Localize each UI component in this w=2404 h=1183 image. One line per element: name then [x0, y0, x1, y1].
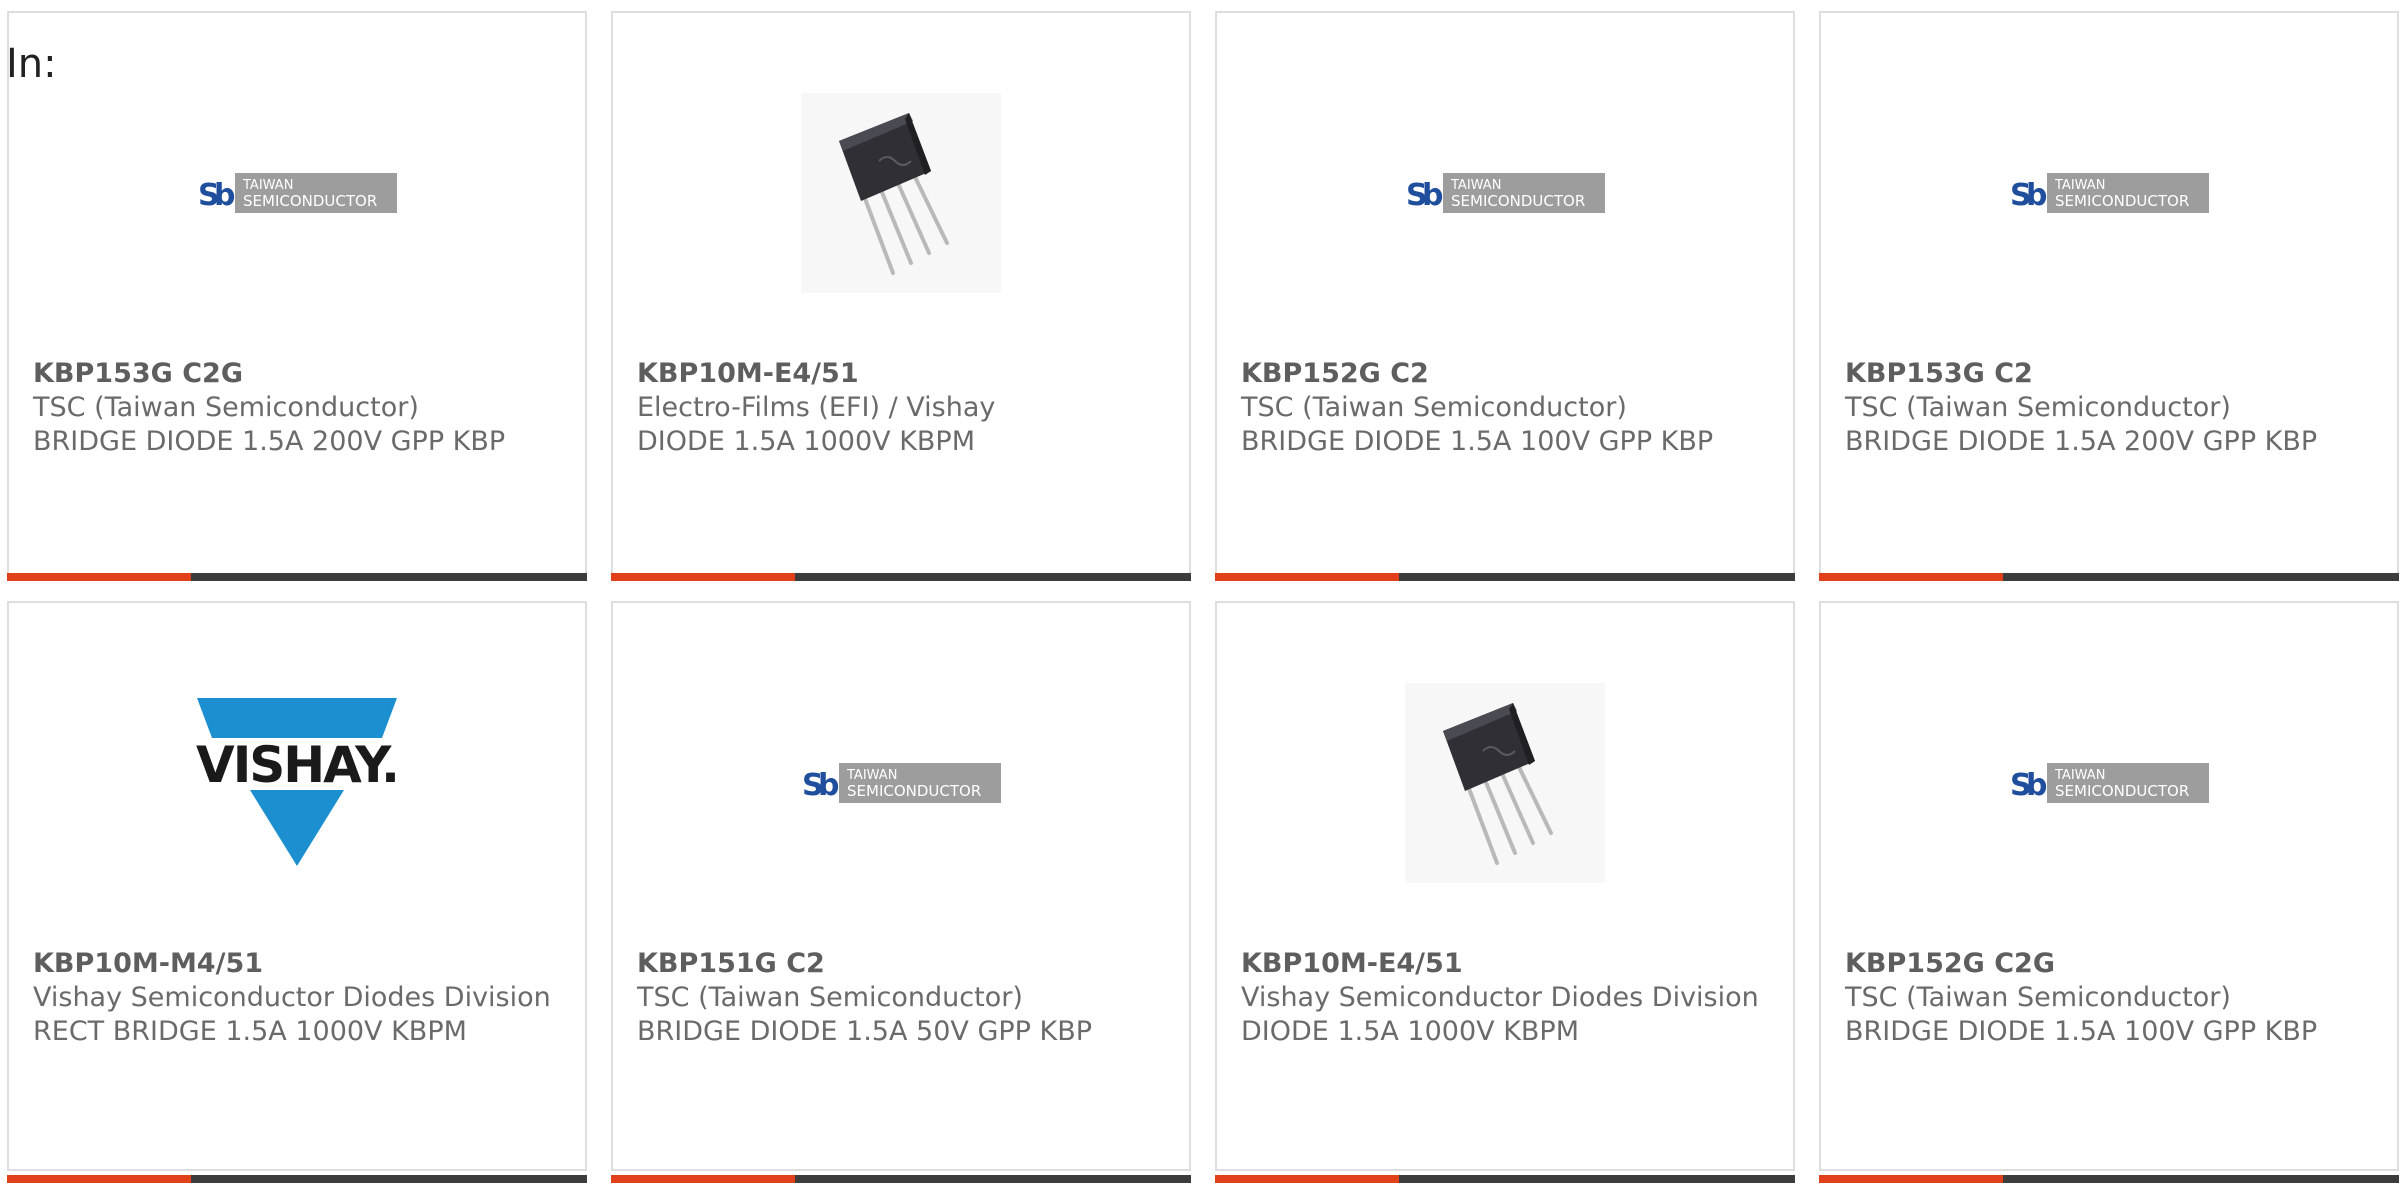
product-card[interactable]: S b TAIWAN SEMICONDUCTOR KBP151G C2 TSC …	[611, 601, 1191, 1183]
svg-text:TAIWAN: TAIWAN	[2054, 178, 2105, 193]
card-bottom-bar	[611, 1175, 1191, 1183]
card-bottom-bar	[1819, 1175, 2399, 1183]
product-card[interactable]: S b TAIWAN SEMICONDUCTOR KBP153G C2 TSC …	[1819, 11, 2399, 581]
part-number[interactable]: KBP151G C2	[637, 947, 1165, 981]
svg-text:SEMICONDUCTOR: SEMICONDUCTOR	[847, 782, 981, 800]
product-card[interactable]: KBP10M-E4/51 Electro-Films (EFI) / Visha…	[611, 11, 1191, 581]
manufacturer-logo-image: S b TAIWAN SEMICONDUCTOR	[1217, 73, 1793, 313]
card-bottom-bar	[7, 1175, 587, 1183]
manufacturer-logo-image: S b TAIWAN SEMICONDUCTOR	[1821, 663, 2397, 903]
svg-text:TAIWAN: TAIWAN	[242, 178, 293, 193]
manufacturer-name: TSC (Taiwan Semiconductor)	[33, 392, 419, 423]
product-card[interactable]: S b TAIWAN SEMICONDUCTOR KBP152G C2G TSC…	[1819, 601, 2399, 1183]
svg-text:TAIWAN: TAIWAN	[2054, 768, 2105, 783]
svg-text:SEMICONDUCTOR: SEMICONDUCTOR	[2055, 782, 2189, 800]
svg-text:b: b	[2026, 768, 2047, 803]
product-description: BRIDGE DIODE 1.5A 100V GPP KBP	[1845, 1016, 2318, 1047]
taiwan-semiconductor-logo: S b TAIWAN SEMICONDUCTOR	[197, 173, 397, 213]
product-card[interactable]: KBP10M-E4/51 Vishay Semiconductor Diodes…	[1215, 601, 1795, 1183]
svg-text:SEMICONDUCTOR: SEMICONDUCTOR	[1451, 192, 1585, 210]
manufacturer-name: Vishay Semiconductor Diodes Division	[33, 982, 551, 1013]
part-number[interactable]: KBP10M-E4/51	[637, 357, 1165, 391]
part-number[interactable]: KBP153G C2G	[33, 357, 561, 391]
part-number[interactable]: KBP10M-E4/51	[1241, 947, 1769, 981]
product-card[interactable]: S b TAIWAN SEMICONDUCTOR KBP153G C2G TSC…	[7, 11, 587, 581]
card-bottom-bar	[7, 573, 587, 581]
svg-text:SEMICONDUCTOR: SEMICONDUCTOR	[2055, 192, 2189, 210]
svg-text:TAIWAN: TAIWAN	[846, 768, 897, 783]
part-number[interactable]: KBP153G C2	[1845, 357, 2373, 391]
manufacturer-logo-image: S b TAIWAN SEMICONDUCTOR	[9, 73, 585, 313]
product-description: BRIDGE DIODE 1.5A 200V GPP KBP	[33, 426, 506, 457]
product-card[interactable]: VISHAY. KBP10M-M4/51 Vishay Semiconducto…	[7, 601, 587, 1183]
svg-text:b: b	[214, 178, 235, 213]
product-photo	[1217, 663, 1793, 903]
taiwan-semiconductor-logo: S b TAIWAN SEMICONDUCTOR	[1406, 173, 1605, 213]
svg-text:b: b	[818, 768, 839, 803]
product-description: DIODE 1.5A 1000V KBPM	[1241, 1016, 1580, 1047]
product-description: DIODE 1.5A 1000V KBPM	[637, 426, 976, 457]
manufacturer-name: Electro-Films (EFI) / Vishay	[637, 392, 996, 423]
part-number[interactable]: KBP152G C2	[1241, 357, 1769, 391]
product-description: BRIDGE DIODE 1.5A 200V GPP KBP	[1845, 426, 2318, 457]
manufacturer-logo-image: VISHAY.	[9, 663, 585, 903]
manufacturer-logo-image: S b TAIWAN SEMICONDUCTOR	[613, 663, 1189, 903]
svg-text:TAIWAN: TAIWAN	[1450, 178, 1501, 193]
product-description: BRIDGE DIODE 1.5A 100V GPP KBP	[1241, 426, 1714, 457]
product-photo	[613, 73, 1189, 313]
svg-text:SEMICONDUCTOR: SEMICONDUCTOR	[243, 192, 377, 210]
bridge-rectifier-component-photo	[1405, 683, 1605, 883]
product-grid: S b TAIWAN SEMICONDUCTOR KBP153G C2G TSC…	[7, 11, 2399, 1183]
svg-text:b: b	[1422, 178, 1443, 213]
taiwan-semiconductor-logo: S b TAIWAN SEMICONDUCTOR	[802, 763, 1001, 803]
taiwan-semiconductor-logo: S b TAIWAN SEMICONDUCTOR	[2010, 173, 2209, 213]
product-card[interactable]: S b TAIWAN SEMICONDUCTOR KBP152G C2 TSC …	[1215, 11, 1795, 581]
svg-text:b: b	[2026, 178, 2047, 213]
part-number[interactable]: KBP10M-M4/51	[33, 947, 561, 981]
manufacturer-name: TSC (Taiwan Semiconductor)	[1845, 392, 2231, 423]
manufacturer-logo-image: S b TAIWAN SEMICONDUCTOR	[1821, 73, 2397, 313]
card-bottom-bar	[611, 573, 1191, 581]
taiwan-semiconductor-logo: S b TAIWAN SEMICONDUCTOR	[2010, 763, 2209, 803]
card-bottom-bar	[1215, 573, 1795, 581]
product-description: RECT BRIDGE 1.5A 1000V KBPM	[33, 1016, 467, 1047]
part-number[interactable]: KBP152G C2G	[1845, 947, 2373, 981]
card-bottom-bar	[1215, 1175, 1795, 1183]
card-bottom-bar	[1819, 573, 2399, 581]
manufacturer-name: TSC (Taiwan Semiconductor)	[1845, 982, 2231, 1013]
product-description: BRIDGE DIODE 1.5A 50V GPP KBP	[637, 1016, 1093, 1047]
page-heading: In:	[6, 41, 57, 87]
vishay-logo: VISHAY.	[196, 698, 400, 866]
manufacturer-name: TSC (Taiwan Semiconductor)	[637, 982, 1023, 1013]
manufacturer-name: TSC (Taiwan Semiconductor)	[1241, 392, 1627, 423]
manufacturer-name: Vishay Semiconductor Diodes Division	[1241, 982, 1759, 1013]
svg-text:VISHAY.: VISHAY.	[196, 736, 398, 794]
bridge-rectifier-component-photo	[801, 93, 1001, 293]
